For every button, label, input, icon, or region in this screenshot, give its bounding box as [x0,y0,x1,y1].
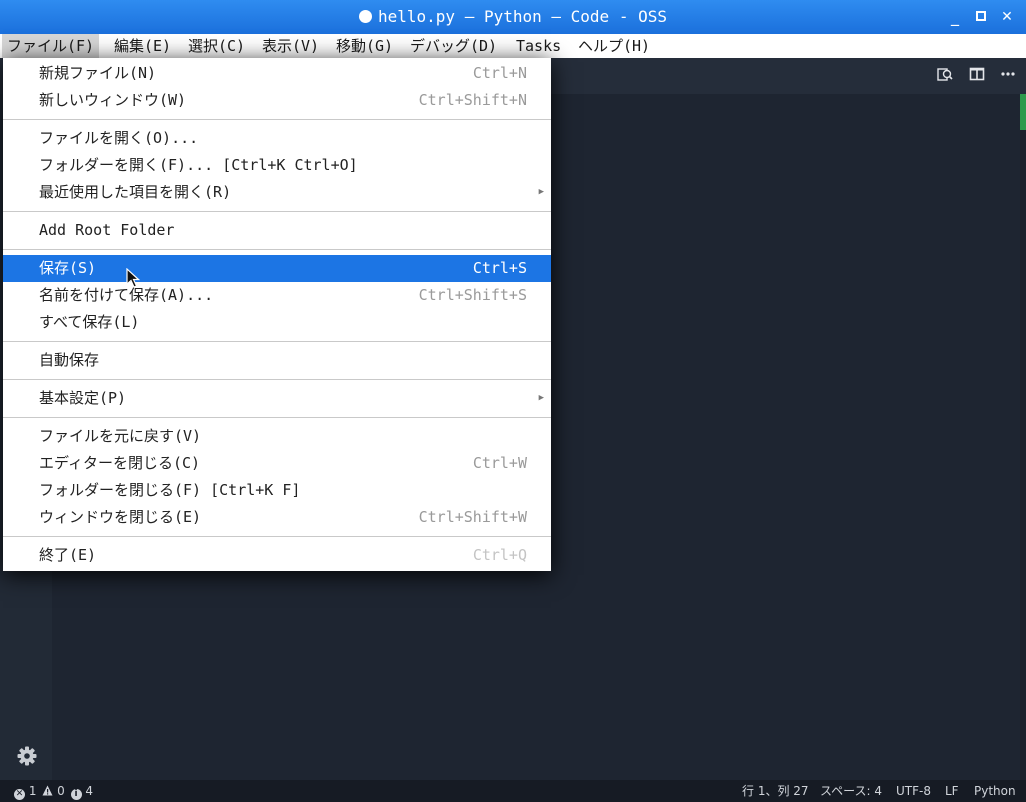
submenu-arrow-icon: ▶ [538,393,544,403]
menu-separator [3,417,551,418]
ellipsis-icon [1001,72,1015,76]
split-editor-button[interactable] [966,66,988,88]
menu-item-label: 最近使用した項目を開く(R) [39,183,232,201]
menu-item-save-all[interactable]: すべて保存(L) [3,309,551,336]
menu-item-label: 基本設定(P) [39,389,127,407]
menu-item-label: すべて保存(L) [39,313,140,331]
menu-item-open-folder[interactable]: フォルダーを開く(F)... [Ctrl+K Ctrl+O] [3,152,551,179]
problems-indicator[interactable]: ✕ 1 0 i 4 [14,780,93,802]
menu-item-label: フォルダーを開く(F)... [Ctrl+K Ctrl+O] [39,156,358,174]
maximize-icon [976,11,986,21]
menu-item-label: ファイルを元に戻す(V) [39,427,202,445]
cursor-position[interactable]: 行 1、列 27 [742,780,809,802]
menu-help[interactable]: ヘルプ(H) [573,34,655,58]
encoding-setting[interactable]: UTF-8 [896,780,931,802]
error-icon: ✕ [14,789,25,800]
editor-scrollbar[interactable] [1020,94,1026,780]
menu-item-shortcut: Ctrl+Q [472,546,527,564]
menu-item-label: 新しいウィンドウ(W) [39,91,187,109]
menu-go[interactable]: 移動(G) [331,34,398,58]
status-bar: ✕ 1 0 i 4 行 1、列 27 スペース: 4 UTF-8 LF Pyth… [0,780,1026,802]
menu-separator [3,341,551,342]
info-count: 4 [85,784,94,798]
menu-item-shortcut: Ctrl+Shift+W [418,508,527,526]
menu-item-preferences[interactable]: 基本設定(P) ▶ [3,385,551,412]
menu-item-label: 保存(S) [39,259,97,277]
menu-item-auto-save[interactable]: 自動保存 [3,347,551,374]
menu-item-save-as[interactable]: 名前を付けて保存(A)... Ctrl+Shift+S [3,282,551,309]
error-count: 1 [28,784,37,798]
gear-icon [17,746,37,766]
menu-item-shortcut: Ctrl+W [472,454,527,472]
menu-item-label: ファイルを開く(O)... [39,129,199,147]
open-changes-button[interactable] [934,66,956,88]
window-title-text: hello.py — Python — Code - OSS [378,7,667,26]
menu-bar: ファイル(F) 編集(E) 選択(C) 表示(V) 移動(G) デバッグ(D) … [0,34,1026,58]
menu-item-label: エディターを閉じる(C) [39,454,201,472]
warning-icon [42,785,53,796]
language-mode[interactable]: Python [974,780,1016,802]
menu-item-label: 終了(E) [39,546,97,564]
menu-item-save[interactable]: 保存(S) Ctrl+S [3,255,551,282]
menu-separator [3,211,551,212]
title-bar: hello.py — Python — Code - OSS _ ✕ [0,0,1026,34]
menu-item-close-folder[interactable]: フォルダーを閉じる(F) [Ctrl+K F] [3,477,551,504]
scroll-change-marker [1020,94,1026,130]
menu-tasks[interactable]: Tasks [511,34,566,58]
menu-item-open-file[interactable]: ファイルを開く(O)... [3,125,551,152]
menu-item-label: 自動保存 [39,351,100,369]
menu-file[interactable]: ファイル(F) [2,34,100,58]
menu-item-exit[interactable]: 終了(E) Ctrl+Q [3,542,551,569]
manage-button[interactable] [15,744,39,768]
menu-item-close-editor[interactable]: エディターを閉じる(C) Ctrl+W [3,450,551,477]
maximize-button[interactable] [968,0,994,34]
menu-selection[interactable]: 選択(C) [183,34,250,58]
split-editor-icon [969,67,985,81]
file-menu-dropdown: 新規ファイル(N) Ctrl+N 新しいウィンドウ(W) Ctrl+Shift+… [3,58,551,571]
menu-separator [3,536,551,537]
menu-item-shortcut: Ctrl+Shift+N [418,91,527,109]
menu-item-revert-file[interactable]: ファイルを元に戻す(V) [3,423,551,450]
mouse-pointer-icon [126,268,140,288]
menu-item-shortcut: Ctrl+N [472,64,527,82]
menu-separator [3,119,551,120]
menu-item-open-recent[interactable]: 最近使用した項目を開く(R) ▶ [3,179,551,206]
unsaved-dot-icon [359,10,372,23]
menu-item-label: フォルダーを閉じる(F) [Ctrl+K F] [39,481,301,499]
menu-item-close-window[interactable]: ウィンドウを閉じる(E) Ctrl+Shift+W [3,504,551,531]
info-icon: i [70,789,82,800]
minimize-button[interactable]: _ [942,0,968,34]
menu-item-new-file[interactable]: 新規ファイル(N) Ctrl+N [3,60,551,87]
close-window-button[interactable]: ✕ [994,0,1020,34]
menu-item-label: 新規ファイル(N) [39,64,157,82]
eol-setting[interactable]: LF [945,780,959,802]
menu-item-shortcut: Ctrl+Shift+S [418,286,527,304]
menu-item-shortcut: Ctrl+S [472,259,527,277]
submenu-arrow-icon: ▶ [538,187,544,197]
menu-debug[interactable]: デバッグ(D) [405,34,502,58]
menu-separator [3,379,551,380]
more-actions-button[interactable] [997,66,1019,88]
menu-edit[interactable]: 編集(E) [109,34,176,58]
indentation-setting[interactable]: スペース: 4 [820,780,882,802]
menu-item-add-root-folder[interactable]: Add Root Folder [3,217,551,244]
open-changes-icon [937,68,953,81]
menu-separator [3,249,551,250]
menu-item-new-window[interactable]: 新しいウィンドウ(W) Ctrl+Shift+N [3,87,551,114]
menu-item-label: ウィンドウを閉じる(E) [39,508,202,526]
warning-count: 0 [57,784,65,798]
window-title: hello.py — Python — Code - OSS [0,0,1026,34]
menu-item-label: Add Root Folder [39,221,175,239]
menu-view[interactable]: 表示(V) [257,34,324,58]
